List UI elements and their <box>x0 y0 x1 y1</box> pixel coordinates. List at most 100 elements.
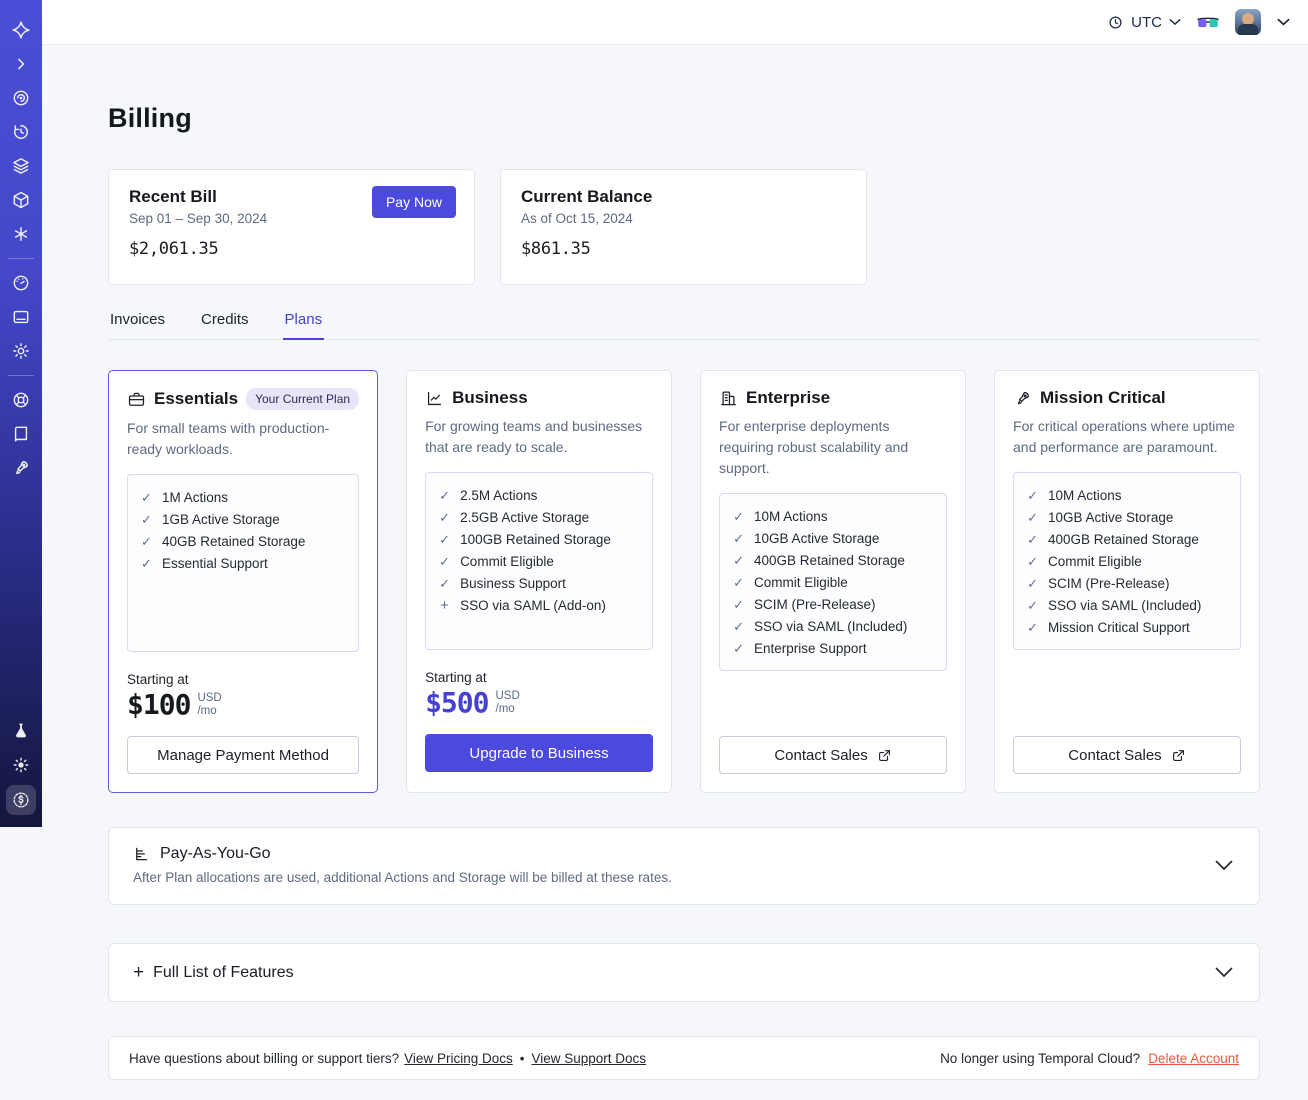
pay-now-button[interactable]: Pay Now <box>371 186 456 218</box>
plan-description: For critical operations where uptime and… <box>1013 418 1235 455</box>
page-title: Billing <box>108 103 192 133</box>
plan-name: Business <box>452 388 528 407</box>
contact-sales-button[interactable]: Contact Sales <box>1013 736 1241 774</box>
flask-icon[interactable] <box>7 717 35 745</box>
check-icon: ✓ <box>733 597 744 612</box>
recent-bill-card: Recent Bill Sep 01 – Sep 30, 2024 $2,061… <box>108 169 475 285</box>
plan-feature-text: SSO via SAML (Included) <box>1048 598 1202 613</box>
price-amount: $500 <box>425 686 489 719</box>
upgrade-to-business-button[interactable]: Upgrade to Business <box>425 734 654 772</box>
external-link-icon <box>1172 749 1184 761</box>
account-menu-chevron-icon[interactable] <box>1277 18 1290 26</box>
tab-credits[interactable]: Credits <box>199 311 251 339</box>
temporal-logo-icon[interactable] <box>7 16 35 44</box>
plan-feature-item: ✓ Commit Eligible <box>1026 551 1228 573</box>
plan-feature-item: ✓ 10GB Active Storage <box>732 528 934 550</box>
plan-feature-list: ✓ 2.5M Actions ✓ 2.5GB Active Storage ✓ 100GB… <box>425 472 654 650</box>
plan-feature-item: ✓ Commit Eligible <box>438 551 640 573</box>
plan-price: Starting at $500 USD /mo <box>425 670 653 718</box>
plan-feature-list: ✓ 10M Actions ✓ 10GB Active Storage ✓ 400GB R… <box>1013 472 1241 650</box>
plan-feature-text: SSO via SAML (Included) <box>754 619 908 634</box>
payg-title: Pay-As-You-Go <box>160 845 271 862</box>
gauge-icon[interactable] <box>7 269 35 297</box>
plan-feature-text: Enterprise Support <box>754 641 867 656</box>
view-support-docs-link[interactable]: View Support Docs <box>531 1051 646 1066</box>
chevron-down-icon[interactable] <box>1215 967 1233 978</box>
check-icon: ✓ <box>141 556 152 571</box>
footer-separator: • <box>519 1050 525 1066</box>
gear-icon[interactable] <box>7 337 35 365</box>
billing-summary-row: Recent Bill Sep 01 – Sep 30, 2024 $2,061… <box>108 169 1260 285</box>
glasses-icon[interactable] <box>1197 15 1219 29</box>
schedules-icon[interactable] <box>7 118 35 146</box>
plan-feature-text: Mission Critical Support <box>1048 620 1190 635</box>
plan-feature-text: 10GB Active Storage <box>754 531 880 546</box>
lifebuoy-icon[interactable] <box>7 386 35 414</box>
sidebar-nav <box>0 0 42 827</box>
current-balance-asof: As of Oct 15, 2024 <box>521 211 633 226</box>
briefcase-icon <box>128 392 145 406</box>
timezone-selector[interactable]: UTC <box>1107 14 1181 31</box>
contact-sales-button[interactable]: Contact Sales <box>719 736 948 774</box>
chevron-right-icon[interactable] <box>7 50 35 78</box>
full-features-title: Full List of Features <box>153 963 294 981</box>
check-icon: ✓ <box>439 532 451 547</box>
plan-feature-text: SCIM (Pre-Release) <box>1048 576 1170 591</box>
plan-feature-item: ✓ 1M Actions <box>140 487 346 509</box>
check-icon: ✓ <box>141 490 152 505</box>
plan-feature-item: ✓ Essential Support <box>140 553 346 575</box>
plan-feature-text: Commit Eligible <box>1048 554 1142 569</box>
book-icon[interactable] <box>7 420 35 448</box>
plan-feature-list: ✓ 1M Actions ✓ 1GB Active Storage ✓ 40GB Reta… <box>127 474 360 652</box>
price-currency: USD <box>197 692 222 704</box>
payg-description: After Plan allocations are used, additio… <box>133 870 672 885</box>
check-icon: ✓ <box>1027 532 1038 547</box>
billing-page: Billing Recent Bill Sep 01 – Sep 30, 202… <box>108 103 1260 1080</box>
plan-card-business: Business For growing teams and businesse… <box>406 370 673 793</box>
sidebar-divider <box>8 258 34 259</box>
check-icon: ✓ <box>439 576 451 591</box>
plan-feature-item: ✓ 10M Actions <box>732 506 934 528</box>
plan-feature-text: Essential Support <box>162 556 268 571</box>
full-features-accordion[interactable]: + Full List of Features <box>108 943 1260 1002</box>
check-icon: ✓ <box>733 575 744 590</box>
plan-feature-text: Commit Eligible <box>754 575 848 590</box>
tab-plans[interactable]: Plans <box>282 311 325 340</box>
plan-feature-text: Commit Eligible <box>460 554 554 569</box>
plan-feature-text: 400GB Retained Storage <box>1048 532 1199 547</box>
plus-icon: + <box>440 597 449 614</box>
building-icon <box>721 391 736 405</box>
invoice-icon[interactable] <box>7 303 35 331</box>
recent-bill-amount: $2,061.35 <box>129 239 219 259</box>
plan-feature-item: ✓ SCIM (Pre-Release) <box>1026 573 1228 595</box>
plan-description: For growing teams and businesses that ar… <box>425 418 643 455</box>
manage-payment-method-button[interactable]: Manage Payment Method <box>127 736 360 774</box>
rocket-icon[interactable] <box>7 454 35 482</box>
tab-invoices[interactable]: Invoices <box>108 311 167 339</box>
delete-account-link[interactable]: Delete Account <box>1148 1051 1239 1066</box>
line-chart-icon <box>427 391 442 405</box>
plan-feature-text: 10GB Active Storage <box>1048 510 1174 525</box>
plan-feature-text: SSO via SAML (Add-on) <box>460 598 606 613</box>
sidebar-divider <box>8 375 34 376</box>
check-icon: ✓ <box>1027 554 1038 569</box>
user-avatar[interactable] <box>1235 9 1261 35</box>
asterisk-icon[interactable] <box>7 220 35 248</box>
namespaces-icon[interactable] <box>7 84 35 112</box>
check-icon: ✓ <box>733 509 744 524</box>
layers-icon[interactable] <box>7 152 35 180</box>
view-pricing-docs-link[interactable]: View Pricing Docs <box>404 1051 513 1066</box>
sun-icon[interactable] <box>7 751 35 779</box>
chevron-down-icon[interactable] <box>1215 860 1233 871</box>
check-icon: ✓ <box>141 534 152 549</box>
plan-feature-text: 2.5GB Active Storage <box>460 510 590 525</box>
plan-feature-text: SCIM (Pre-Release) <box>754 597 876 612</box>
plan-feature-text: Business Support <box>460 576 566 591</box>
current-plan-badge: Your Current Plan <box>246 388 360 410</box>
footer-question: Have questions about billing or support … <box>129 1050 400 1066</box>
plan-feature-item: ✓ 100GB Retained Storage <box>438 529 640 551</box>
payg-accordion[interactable]: Pay-As-You-Go After Plan allocations are… <box>108 827 1260 905</box>
dollar-coin-icon[interactable] <box>6 785 36 815</box>
plan-name: Enterprise <box>746 388 831 407</box>
cube-icon[interactable] <box>7 186 35 214</box>
